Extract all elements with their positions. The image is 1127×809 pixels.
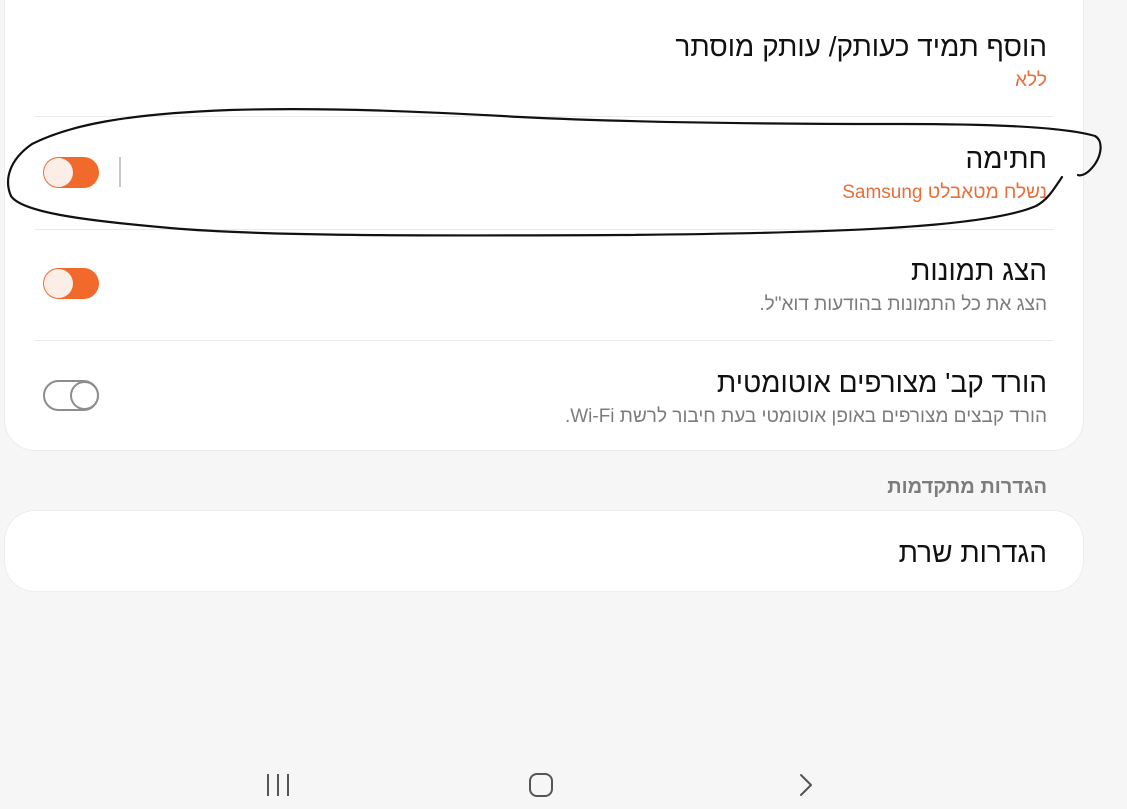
auto-download-toggle[interactable] — [43, 380, 99, 411]
divider — [35, 340, 1054, 341]
divider — [35, 229, 1054, 230]
auto-download-description: הורד קבצים מצורפים באופן אוטומטי בעת חיב… — [564, 406, 1047, 427]
divider — [35, 116, 1054, 117]
signature-value: נשלח מטאבלט Samsung — [842, 182, 1047, 203]
back-icon[interactable] — [798, 773, 816, 799]
toggle-knob — [70, 381, 99, 410]
recent-apps-icon[interactable] — [266, 773, 292, 797]
home-icon[interactable] — [528, 772, 556, 799]
advanced-settings-header: הגדרות מתקדמות — [887, 476, 1047, 498]
show-images-description: הצג את כל התמונות בהודעות דוא"ל. — [759, 294, 1047, 315]
server-settings-label: הגדרות שרת — [898, 537, 1047, 568]
hidden-cc-title: הוסף תמיד כעותק/ עותק מוסתר — [675, 31, 1047, 62]
hidden-cc-value: ללא — [1015, 70, 1047, 91]
signature-toggle[interactable] — [43, 157, 99, 188]
signature-title: חתימה — [965, 143, 1047, 174]
show-images-toggle[interactable] — [43, 268, 99, 299]
show-images-title: הצג תמונות — [911, 255, 1047, 286]
toggle-knob — [44, 269, 73, 298]
auto-download-title: הורד קב' מצורפים אוטומטית — [716, 367, 1047, 398]
toggle-knob — [44, 158, 73, 187]
row-separator — [119, 157, 121, 187]
